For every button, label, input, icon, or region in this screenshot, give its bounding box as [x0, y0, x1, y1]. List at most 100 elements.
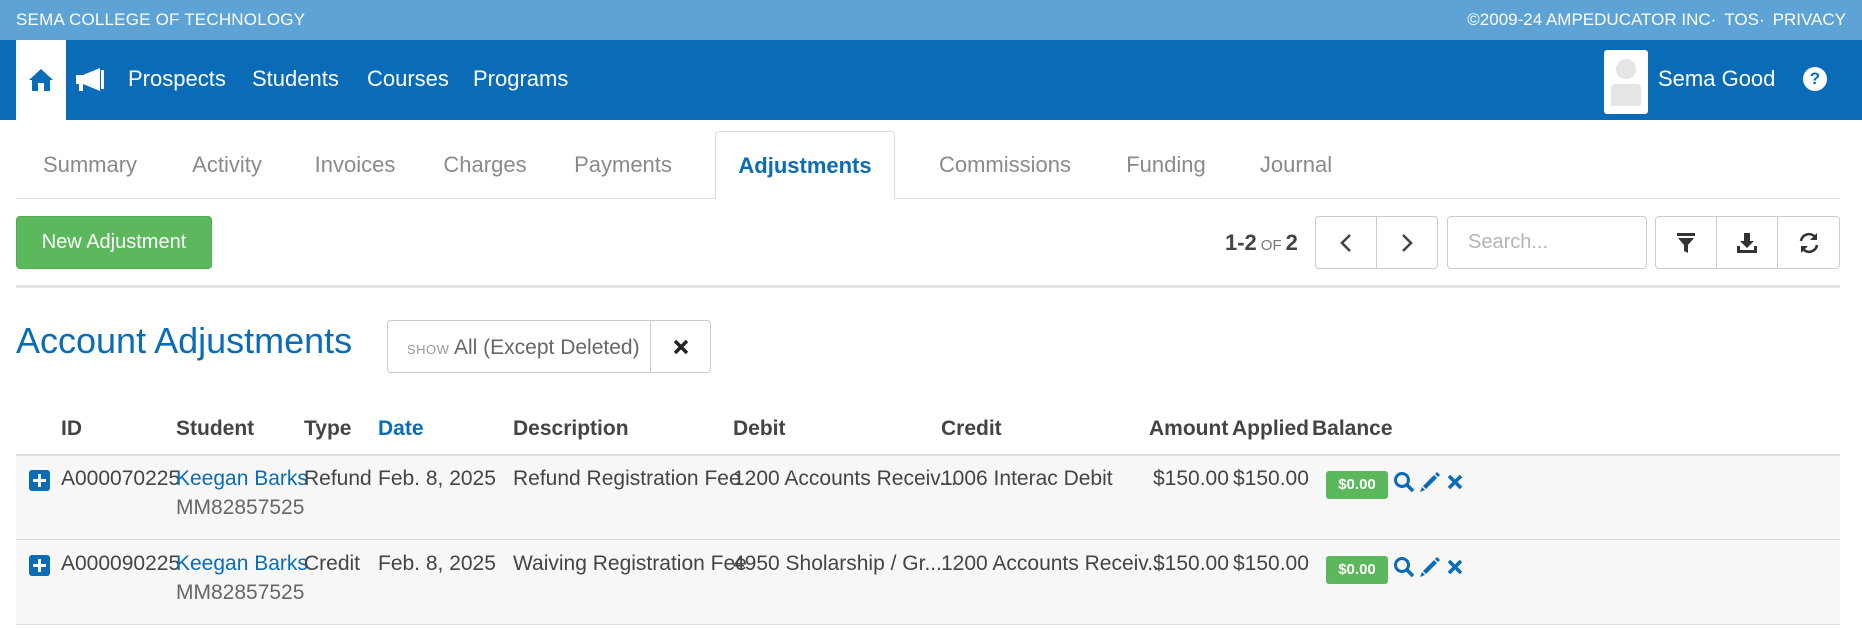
show-filter-label: SHOW: [407, 342, 450, 357]
cell-date: Feb. 8, 2025: [378, 467, 496, 490]
home-button[interactable]: [16, 40, 66, 120]
pager-range: 1-2: [1225, 230, 1257, 255]
filter-button[interactable]: [1655, 216, 1717, 269]
tab-commissions[interactable]: Commissions: [909, 131, 1101, 199]
pager-total: 2: [1285, 230, 1298, 255]
cell-amount: $150.00: [1153, 552, 1229, 575]
show-filter-value: All (Except Deleted): [454, 336, 640, 359]
col-header-date[interactable]: Date: [378, 417, 424, 441]
org-name: SEMA COLLEGE OF TECHNOLOGY: [16, 10, 306, 29]
search-icon: [1394, 472, 1415, 493]
col-header-balance[interactable]: Balance: [1312, 417, 1393, 441]
tab-payments[interactable]: Payments: [550, 131, 696, 199]
tab-invoices[interactable]: Invoices: [290, 131, 420, 199]
balance-badge: $0.00: [1326, 471, 1388, 499]
col-header-credit[interactable]: Credit: [941, 417, 1002, 441]
search-icon: [1394, 557, 1415, 578]
download-icon: [1737, 232, 1757, 253]
clear-filter-button[interactable]: [650, 320, 711, 373]
footer-links: ©2009-24 AMPEDUCATOR INC· TOS· PRIVACY: [1467, 10, 1846, 29]
nav-students[interactable]: Students: [252, 66, 339, 92]
col-header-id[interactable]: ID: [61, 417, 82, 441]
cell-id: A000070225: [61, 467, 181, 490]
avatar-body: [1611, 84, 1641, 106]
user-name[interactable]: Sema Good: [1658, 66, 1775, 92]
tab-adjustments[interactable]: Adjustments: [715, 131, 895, 200]
cell-type: Refund: [304, 467, 372, 490]
page-title: Account Adjustments: [16, 320, 353, 361]
cell-date: Feb. 8, 2025: [378, 552, 496, 575]
nav-programs[interactable]: Programs: [473, 66, 568, 92]
tab-journal[interactable]: Journal: [1231, 131, 1361, 199]
cell-id: A000090225: [61, 552, 181, 575]
edit-button[interactable]: [1417, 554, 1443, 580]
cell-student-link[interactable]: Keegan Barks: [176, 467, 308, 491]
cell-student-number: MM82857525: [176, 581, 305, 604]
cell-applied: $150.00: [1233, 552, 1309, 575]
avatar-head: [1616, 59, 1636, 79]
tab-charges[interactable]: Charges: [420, 131, 550, 199]
new-adjustment-button[interactable]: New Adjustment: [16, 216, 212, 269]
tab-summary[interactable]: Summary: [16, 131, 164, 199]
edit-button[interactable]: [1417, 469, 1443, 495]
prev-page-button[interactable]: [1315, 216, 1377, 269]
privacy-link[interactable]: PRIVACY: [1773, 10, 1846, 29]
col-header-amount[interactable]: Amount: [1149, 417, 1228, 441]
copyright-text: ©2009-24 AMPEDUCATOR INC: [1467, 10, 1711, 29]
cell-applied: $150.00: [1233, 467, 1309, 490]
top-strip: SEMA COLLEGE OF TECHNOLOGY ©2009-24 AMPE…: [0, 0, 1862, 40]
tab-funding[interactable]: Funding: [1101, 131, 1231, 199]
refresh-icon: [1799, 232, 1818, 253]
cell-description: Waiving Registration Fee: [513, 552, 747, 575]
nav-courses[interactable]: Courses: [367, 66, 449, 92]
table-row: A000070225 Keegan Barks MM82857525 Refun…: [16, 456, 1840, 540]
expand-row-icon[interactable]: [29, 470, 50, 491]
col-header-student[interactable]: Student: [176, 417, 254, 441]
table-row: A000090225 Keegan Barks MM82857525 Credi…: [16, 541, 1840, 625]
cell-debit: 1200 Accounts Receiv...: [733, 467, 957, 490]
cell-credit: 1006 Interac Debit: [941, 467, 1113, 490]
refresh-button[interactable]: [1777, 216, 1840, 269]
filter-icon: [1677, 232, 1695, 253]
close-icon: [1447, 559, 1463, 575]
delete-button[interactable]: [1442, 554, 1468, 580]
view-button[interactable]: [1391, 469, 1417, 495]
search-input[interactable]: [1447, 216, 1647, 269]
tos-link[interactable]: TOS: [1724, 10, 1759, 29]
tab-activity[interactable]: Activity: [164, 131, 290, 199]
megaphone-icon[interactable]: [74, 66, 108, 94]
pencil-icon: [1420, 472, 1440, 492]
cell-student-number: MM82857525: [176, 496, 305, 519]
cell-amount: $150.00: [1153, 467, 1229, 490]
cell-student-link[interactable]: Keegan Barks: [176, 552, 308, 576]
chevron-right-icon: [1402, 233, 1413, 252]
view-button[interactable]: [1391, 554, 1417, 580]
help-icon[interactable]: ?: [1803, 67, 1827, 91]
close-icon: [1447, 474, 1463, 490]
expand-row-icon[interactable]: [29, 555, 50, 576]
col-header-description[interactable]: Description: [513, 417, 629, 441]
main-navbar: Prospects Students Courses Programs Sema…: [0, 40, 1862, 120]
home-icon: [29, 69, 53, 91]
avatar[interactable]: [1604, 50, 1648, 114]
download-button[interactable]: [1716, 216, 1778, 269]
pager-summary: 1-2 OF 2: [1225, 230, 1298, 256]
close-icon: [673, 339, 688, 354]
cell-description: Refund Registration Fee: [513, 467, 741, 490]
col-header-debit[interactable]: Debit: [733, 417, 786, 441]
balance-badge: $0.00: [1326, 556, 1388, 584]
toolbar-divider: [16, 285, 1840, 288]
col-header-type[interactable]: Type: [304, 417, 351, 441]
cell-credit: 1200 Accounts Receiv...: [941, 552, 1165, 575]
show-filter-select[interactable]: SHOW All (Except Deleted): [387, 320, 651, 373]
nav-prospects[interactable]: Prospects: [128, 66, 226, 92]
delete-button[interactable]: [1442, 469, 1468, 495]
cell-debit: 4950 Sholarship / Gr...: [733, 552, 942, 575]
col-header-applied[interactable]: Applied: [1232, 417, 1309, 441]
pencil-icon: [1420, 557, 1440, 577]
chevron-left-icon: [1340, 233, 1351, 252]
pager-of: OF: [1260, 237, 1282, 254]
next-page-button[interactable]: [1376, 216, 1438, 269]
tab-bar: Summary Activity Invoices Charges Paymen…: [16, 131, 1840, 200]
cell-type: Credit: [304, 552, 361, 575]
